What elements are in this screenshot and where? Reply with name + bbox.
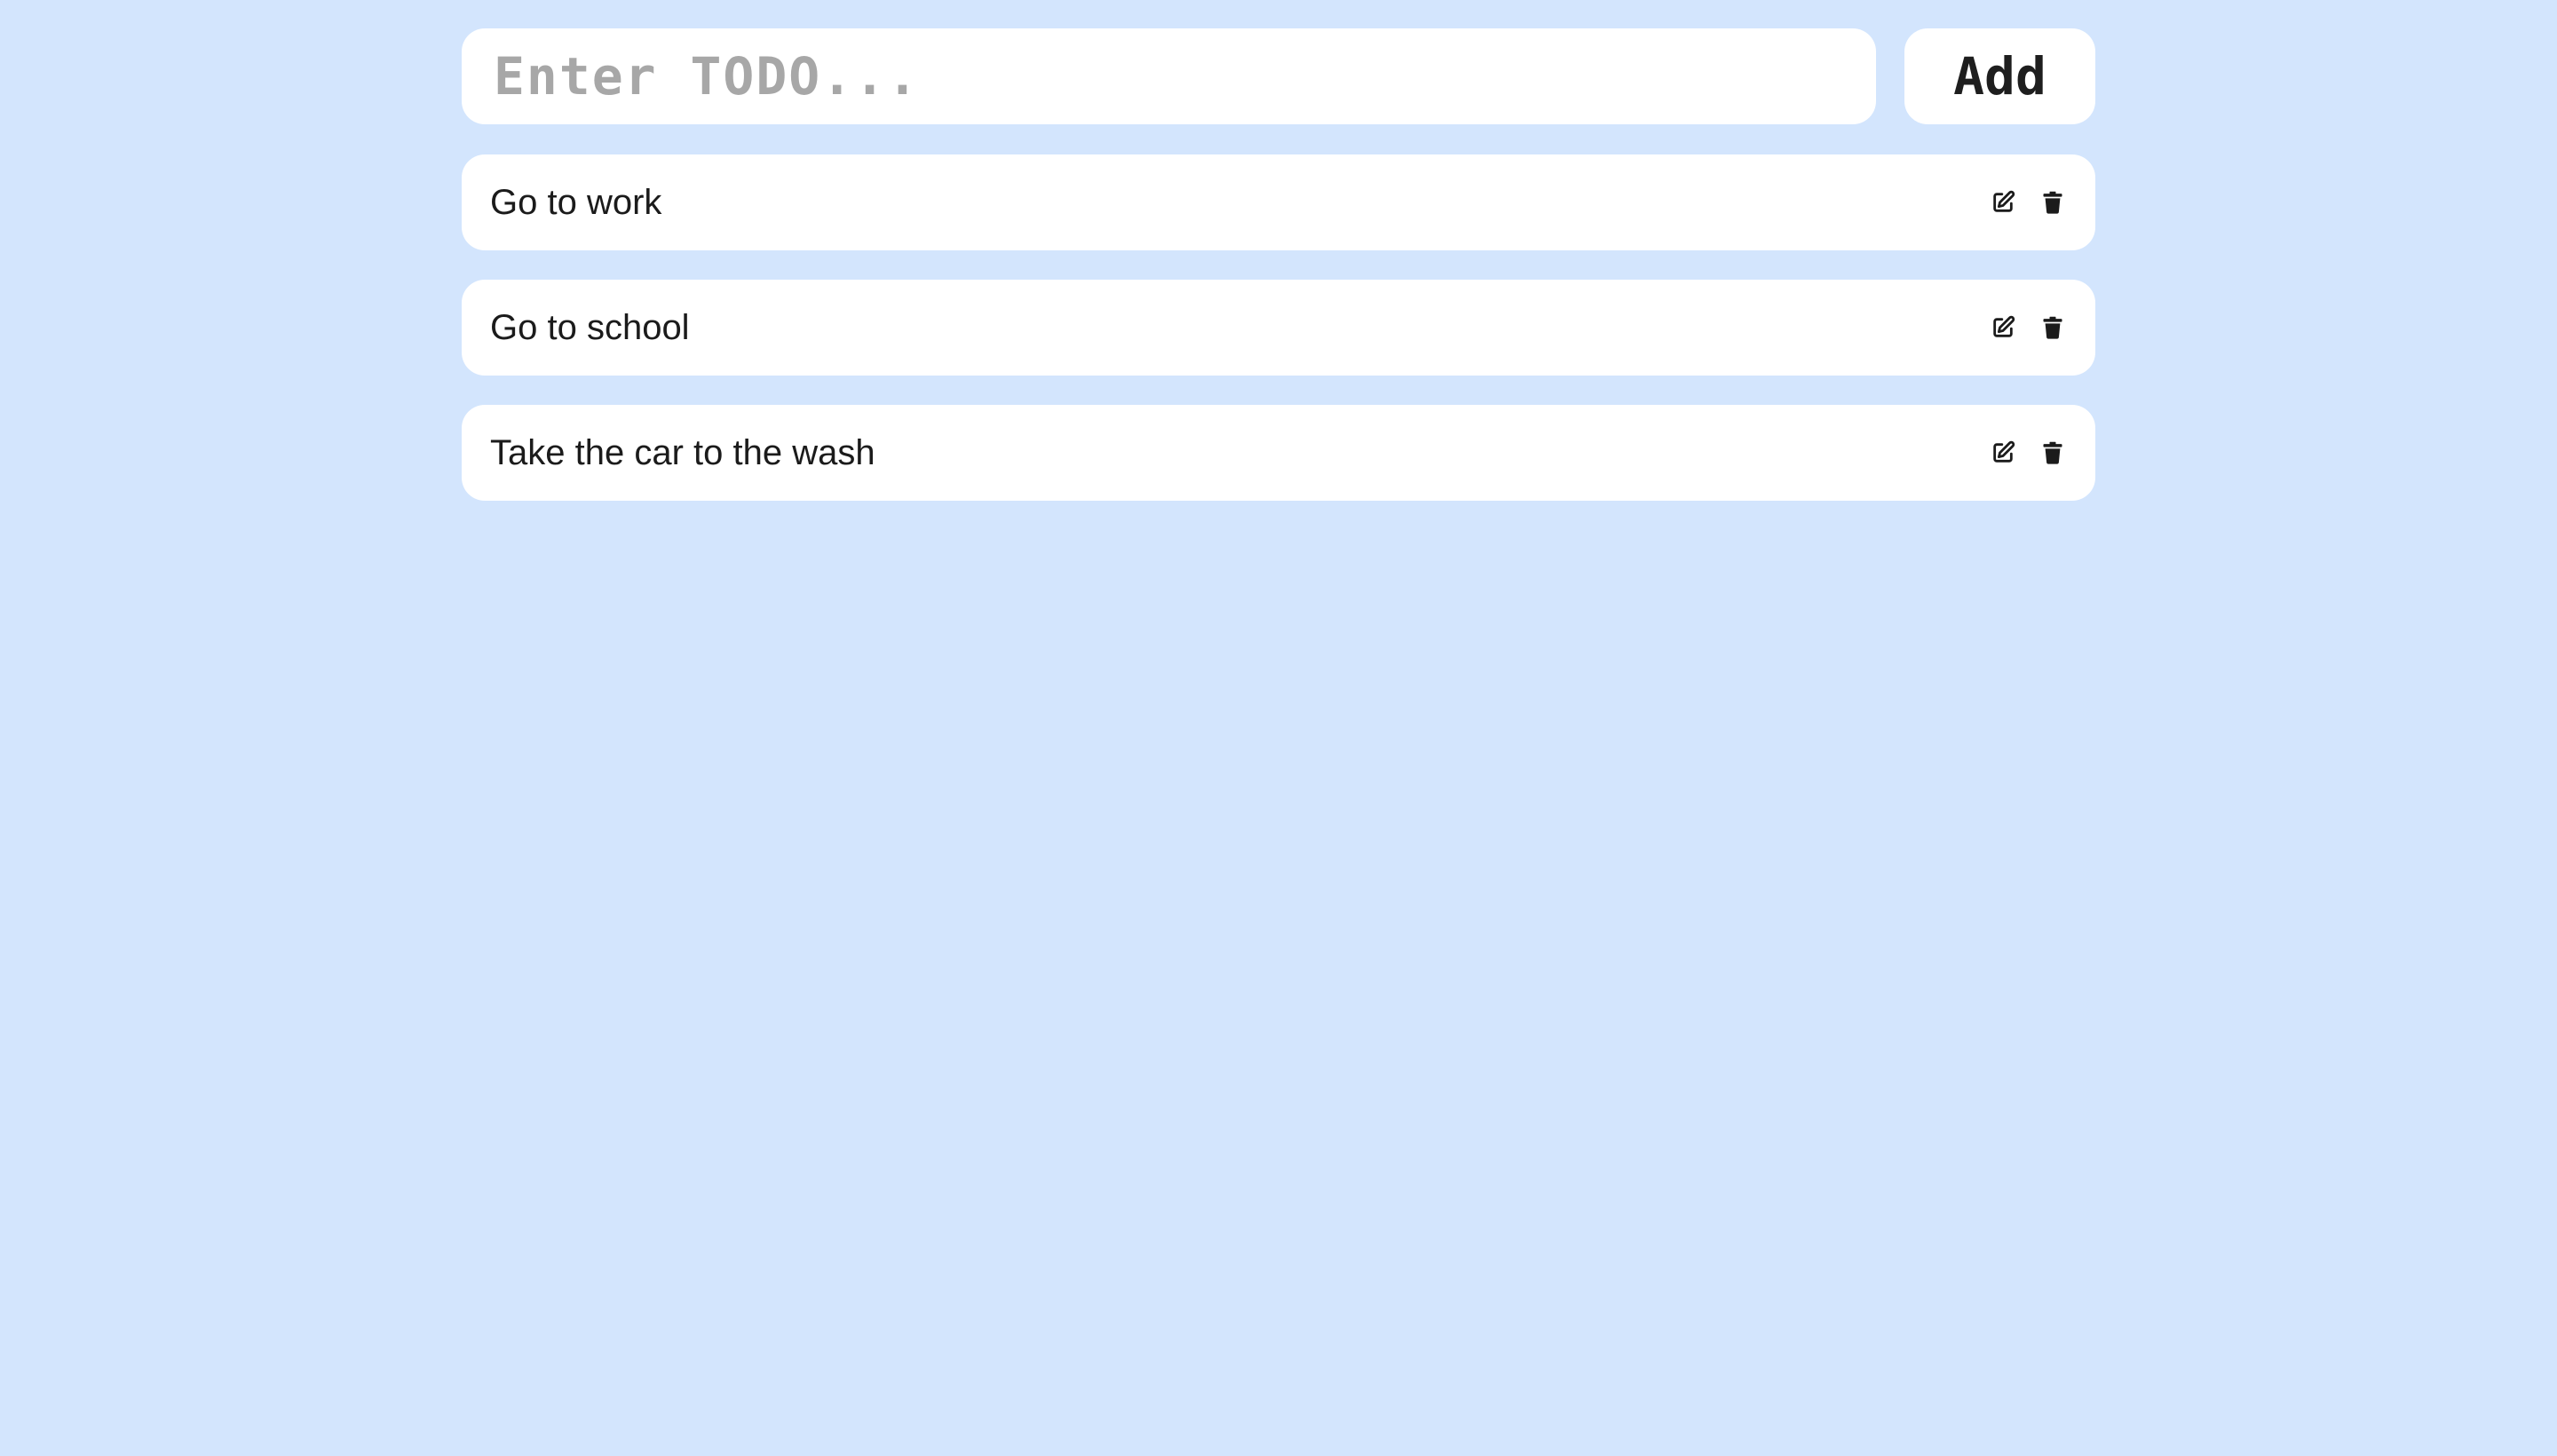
todo-list: Go to work Go to school Take the car to …	[462, 154, 2095, 501]
todo-text: Take the car to the wash	[490, 432, 875, 472]
todo-item: Go to work	[462, 154, 2095, 250]
edit-icon[interactable]	[1987, 312, 2019, 344]
todo-text: Go to school	[490, 307, 690, 347]
todo-item: Go to school	[462, 280, 2095, 376]
edit-icon[interactable]	[1987, 437, 2019, 469]
add-button[interactable]: Add	[1904, 28, 2095, 124]
todo-app: Add Go to work Go to school	[462, 28, 2095, 530]
edit-icon[interactable]	[1987, 186, 2019, 218]
trash-icon[interactable]	[2037, 312, 2069, 344]
todo-item: Take the car to the wash	[462, 405, 2095, 501]
trash-icon[interactable]	[2037, 186, 2069, 218]
add-todo-form: Add	[462, 28, 2095, 124]
todo-input[interactable]	[462, 28, 1876, 124]
trash-icon[interactable]	[2037, 437, 2069, 469]
todo-text: Go to work	[490, 182, 662, 222]
